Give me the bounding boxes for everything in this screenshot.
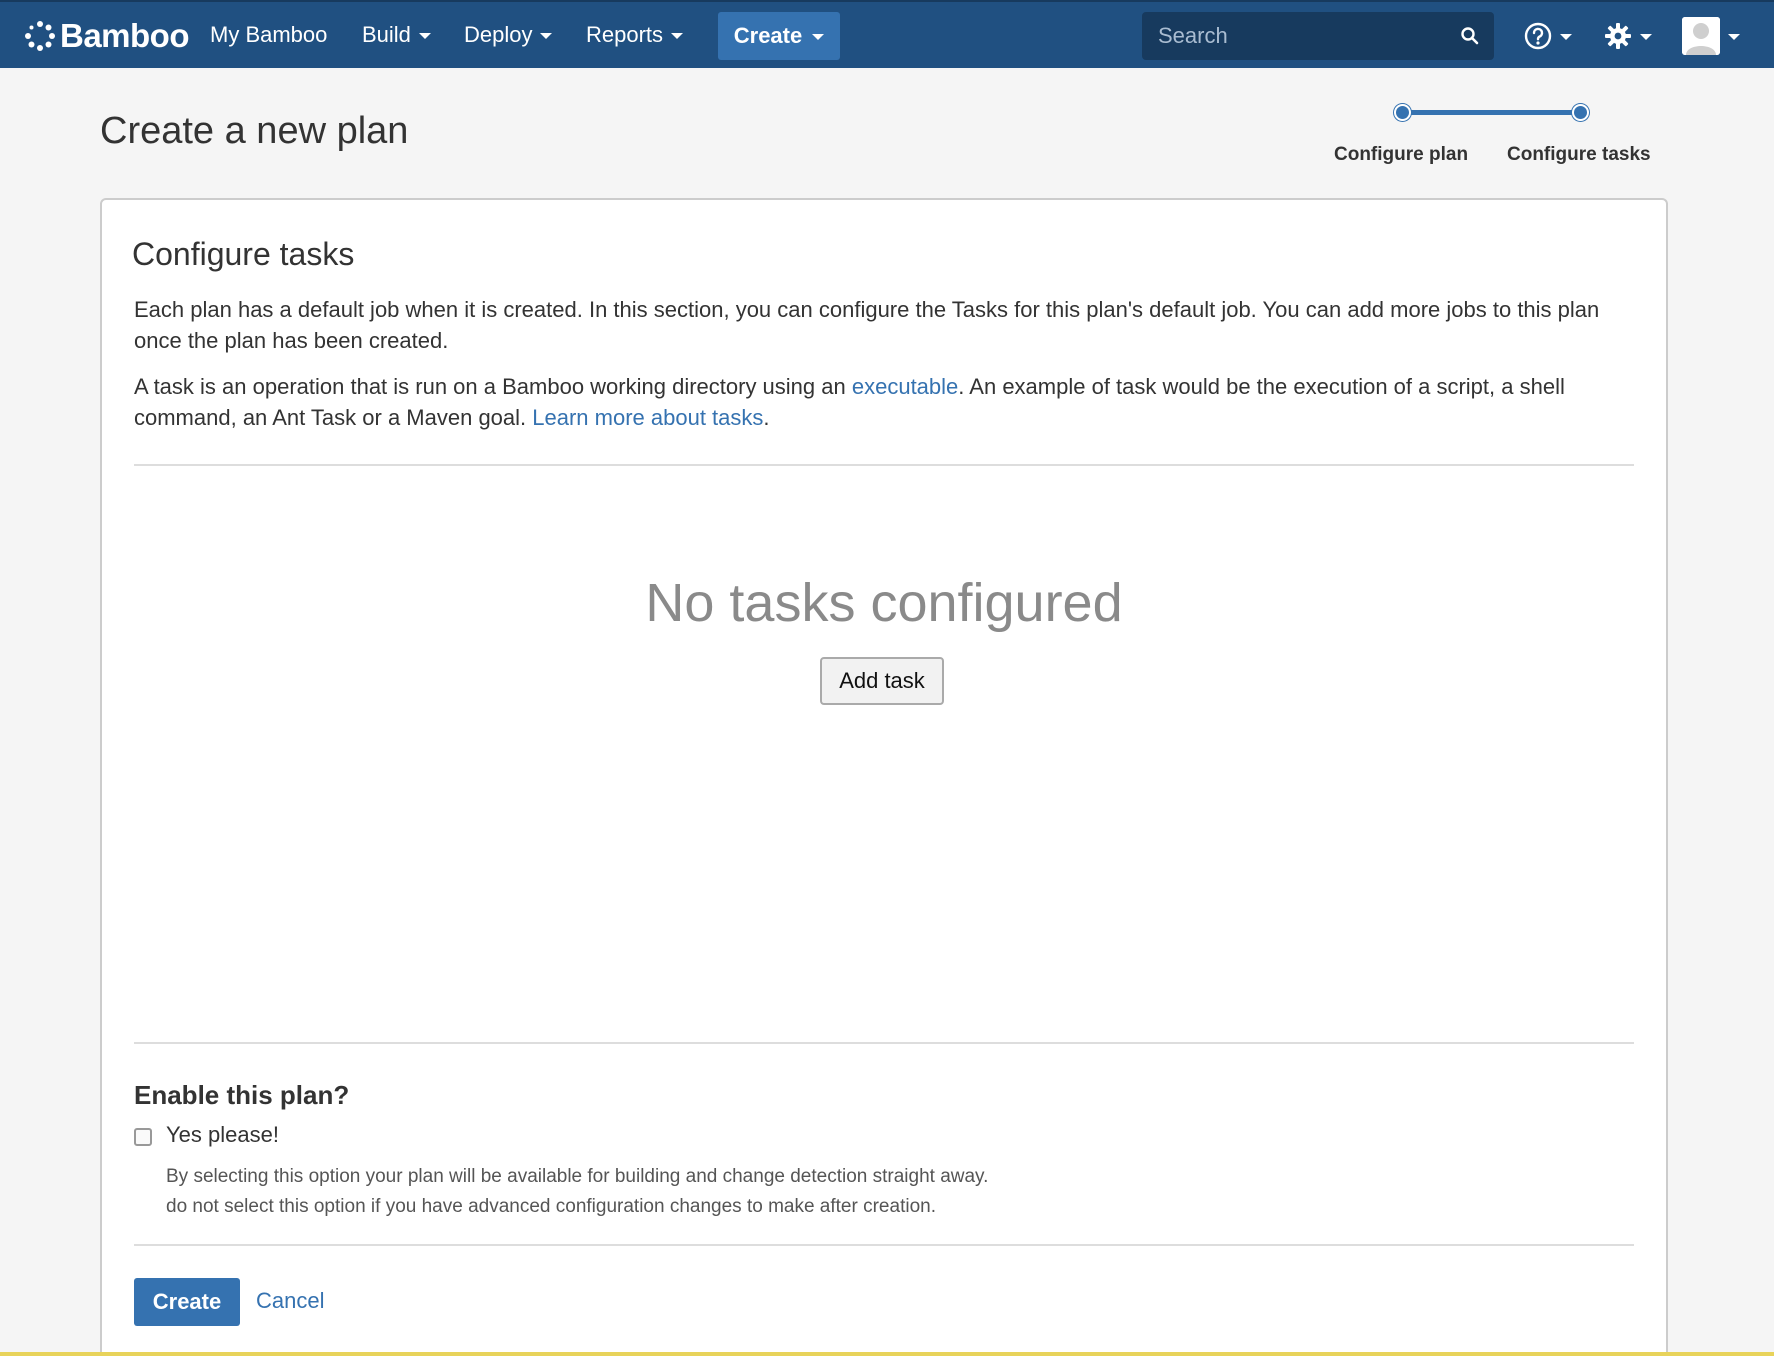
enable-help-text: do not select this option if you have ad… [166, 1196, 936, 1217]
avatar [1682, 17, 1720, 55]
settings-menu-button[interactable] [1604, 18, 1652, 54]
divider [134, 464, 1634, 466]
gear-icon [1605, 23, 1631, 49]
user-silhouette-icon [1682, 17, 1720, 55]
cancel-link[interactable]: Cancel [256, 1288, 324, 1314]
learn-more-tasks-link[interactable]: Learn more about tasks [532, 405, 763, 430]
nav-label: Reports [586, 22, 664, 47]
enable-plan-checkbox[interactable] [134, 1128, 152, 1146]
wizard-progress-tracker: Configure plan Configure tasks [1322, 102, 1651, 172]
nav-build-dropdown[interactable]: Build [362, 20, 431, 50]
logo-text: Bamboo [60, 17, 190, 54]
enable-plan-heading: Enable this plan? [134, 1080, 350, 1110]
chevron-down-icon [540, 33, 553, 39]
nav-deploy-dropdown[interactable]: Deploy [464, 20, 553, 50]
enable-help-text: By selecting this option your plan will … [166, 1166, 989, 1187]
chevron-down-icon [812, 34, 825, 40]
page-title: Create a new plan [100, 110, 409, 152]
progress-line [1402, 110, 1580, 115]
nav-label: My Bamboo [210, 22, 328, 47]
chevron-down-icon [671, 33, 684, 39]
create-button[interactable]: Create [134, 1278, 240, 1326]
chevron-down-icon [1728, 34, 1740, 40]
search-input[interactable] [1142, 12, 1442, 60]
add-task-button[interactable]: Add task [820, 657, 944, 705]
divider [134, 1244, 1634, 1246]
chevron-down-icon [1640, 34, 1652, 40]
task-text: A task is an operation that is run on a … [134, 374, 852, 399]
task-description-paragraph: A task is an operation that is run on a … [134, 371, 1634, 433]
divider [134, 1042, 1634, 1044]
nav-my-bamboo[interactable]: My Bamboo [210, 20, 327, 50]
enable-plan-checkbox-label[interactable]: Yes please! [166, 1122, 279, 1148]
executable-link[interactable]: executable [852, 374, 958, 399]
progress-step-dot [1394, 104, 1411, 121]
nav-label: Deploy [464, 22, 533, 47]
create-button-label: Create [733, 23, 803, 48]
step-configure-plan: Configure plan [1334, 144, 1469, 165]
bamboo-logo[interactable]: Bamboo [24, 16, 190, 56]
chevron-down-icon [418, 33, 431, 39]
help-icon [1524, 22, 1552, 50]
step-configure-tasks: Configure tasks [1507, 144, 1651, 165]
chevron-down-icon [1560, 34, 1572, 40]
search-icon[interactable] [1460, 26, 1480, 46]
nav-label: Build [362, 22, 411, 47]
nav-reports-dropdown[interactable]: Reports [586, 20, 684, 50]
bottom-edge-bar [0, 1352, 1774, 1356]
task-text: . [763, 405, 770, 430]
help-menu-button[interactable] [1524, 18, 1572, 54]
intro-paragraph: Each plan has a default job when it is c… [134, 297, 1600, 353]
section-title: Configure tasks [132, 236, 355, 272]
empty-state-title: No tasks configured [645, 573, 1123, 633]
search-box [1142, 12, 1494, 60]
progress-step-dot [1572, 104, 1589, 121]
bamboo-logo-icon [25, 21, 55, 51]
user-menu-button[interactable] [1682, 17, 1740, 55]
create-dropdown-button[interactable]: Create [718, 12, 840, 60]
top-navigation-bar: Bamboo My Bamboo Build Deploy Reports Cr… [0, 0, 1774, 68]
